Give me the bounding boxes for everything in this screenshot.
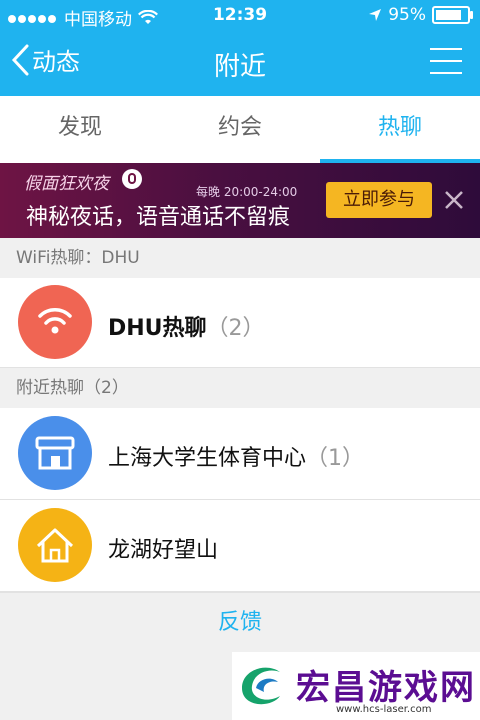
close-icon[interactable] [442, 188, 466, 212]
join-button[interactable]: 立即参与 [326, 182, 432, 218]
battery-fill [436, 10, 461, 20]
banner-schedule: 每晚 20:00-24:00 [196, 185, 298, 199]
banner-slogan: 神秘夜话，语音通话不留痕 [26, 205, 291, 230]
tab-bar: 发现 约会 热聊 [0, 96, 480, 163]
status-bar: 中国移动 12:39 95% [0, 0, 480, 32]
menu-line [430, 60, 462, 62]
feedback-button[interactable]: 反馈 [0, 592, 480, 652]
battery-icon [432, 6, 473, 24]
list-item-sports-center[interactable]: 上海大学生体育中心（1） [0, 408, 480, 500]
nearby-section-header: 附近热聊（2） [0, 368, 480, 408]
tab-hot-chat[interactable]: 热聊 [320, 96, 480, 163]
menu-line [430, 72, 462, 74]
list-item-longhu[interactable]: 龙湖好望山 [0, 500, 480, 592]
location-arrow-icon [369, 9, 382, 21]
dragon-logo-icon [242, 667, 280, 705]
watermark-text: 宏昌游戏网 [296, 668, 476, 708]
chat-name: 龙湖好望山 [108, 532, 218, 564]
watermark-url: www.hcs-laser.com [336, 704, 432, 715]
tab-dating[interactable]: 约会 [160, 96, 320, 163]
list-item-wifi-chat[interactable]: DHU热聊（2） [0, 278, 480, 368]
wifi-section-header: WiFi热聊：DHU [0, 238, 480, 278]
microphone-icon [122, 169, 142, 189]
home-icon [18, 508, 92, 582]
battery-percent: 95% [388, 5, 426, 25]
navigation-bar: 动态 附近 [0, 32, 480, 96]
store-icon [18, 416, 92, 490]
chat-count: （2） [206, 316, 265, 341]
chat-name: 上海大学生体育中心（1） [108, 440, 364, 472]
menu-button[interactable] [430, 48, 462, 76]
promo-banner[interactable]: 假面狂欢夜 每晚 20:00-24:00 神秘夜话，语音通话不留痕 立即参与 [0, 163, 480, 238]
chat-title: 龙湖好望山 [108, 538, 219, 563]
banner-brand: 假面狂欢夜 [24, 174, 109, 194]
wifi-icon [18, 285, 92, 359]
chat-title: 上海大学生体育中心 [108, 446, 307, 471]
status-right: 95% [368, 5, 473, 25]
tab-discover[interactable]: 发现 [0, 96, 160, 163]
chat-name: DHU热聊（2） [108, 310, 265, 342]
page-title: 附近 [213, 52, 266, 82]
watermark: 宏昌游戏网 www.hcs-laser.com [232, 652, 480, 720]
chat-count: （1） [306, 446, 365, 471]
menu-line [430, 48, 462, 50]
chat-title: DHU热聊 [108, 316, 207, 341]
